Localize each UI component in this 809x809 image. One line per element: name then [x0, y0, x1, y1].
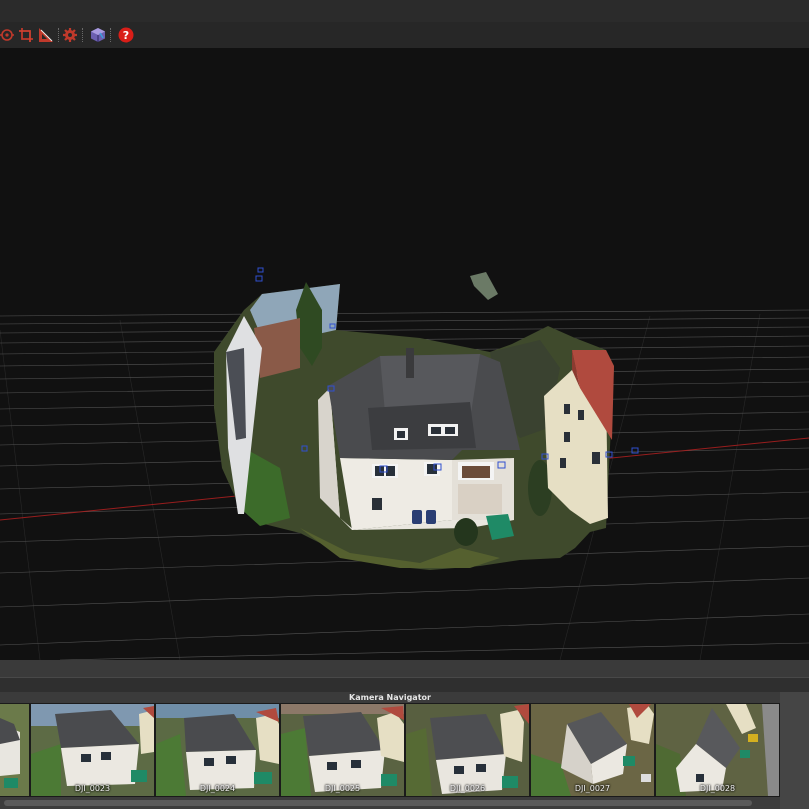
- navigator-scroll-thumb[interactable]: [4, 800, 752, 806]
- menu-bar: [0, 0, 809, 22]
- navigator-scrollbar[interactable]: [0, 797, 780, 809]
- thumbnail-label: DJI_0028: [699, 784, 736, 793]
- camera-thumbnail[interactable]: [0, 704, 29, 796]
- camera-thumbnail[interactable]: DJI_0023: [31, 704, 154, 796]
- crop-icon[interactable]: [18, 27, 34, 43]
- toolbar: ?: [0, 22, 809, 49]
- thumbnail-label: DJI_0025: [324, 784, 361, 793]
- measure-icon[interactable]: [38, 27, 54, 43]
- toolbar-separator: [82, 28, 85, 42]
- viewport-status-bar: [0, 660, 809, 693]
- cube-view-icon[interactable]: [90, 27, 106, 43]
- thumbnail-label: DJI_0026: [449, 784, 486, 793]
- help-glyph: ?: [123, 29, 129, 42]
- 3d-viewport[interactable]: [0, 48, 809, 660]
- navigator-side-panel: [780, 692, 809, 809]
- settings-gear-icon[interactable]: [62, 27, 78, 43]
- camera-thumbnail[interactable]: DJI_0026: [406, 704, 529, 796]
- camera-thumbnail[interactable]: DJI_0027: [531, 704, 654, 796]
- toolbar-separator: [110, 28, 113, 42]
- camera-navigator-strip: DJI_0023 DJI_0024 DJI_0025 DJI_0026 DJI_…: [0, 703, 780, 797]
- help-icon[interactable]: ?: [118, 27, 134, 43]
- floating-mesh-fragment: [470, 272, 498, 300]
- horizontal-scrollbar-track[interactable]: [0, 677, 809, 693]
- camera-thumbnail[interactable]: DJI_0025: [281, 704, 404, 796]
- camera-navigator-title: Kamera Navigator: [0, 692, 780, 703]
- rotate-view-icon[interactable]: [0, 27, 16, 43]
- thumbnail-label: DJI_0023: [74, 784, 111, 793]
- thumbnail-label: DJI_0027: [574, 784, 611, 793]
- thumbnail-label: DJI_0024: [199, 784, 236, 793]
- scene-svg: [0, 267, 809, 660]
- camera-thumbnail[interactable]: DJI_0024: [156, 704, 279, 796]
- toolbar-separator: [58, 28, 61, 42]
- camera-thumbnail[interactable]: DJI_0028: [656, 704, 779, 796]
